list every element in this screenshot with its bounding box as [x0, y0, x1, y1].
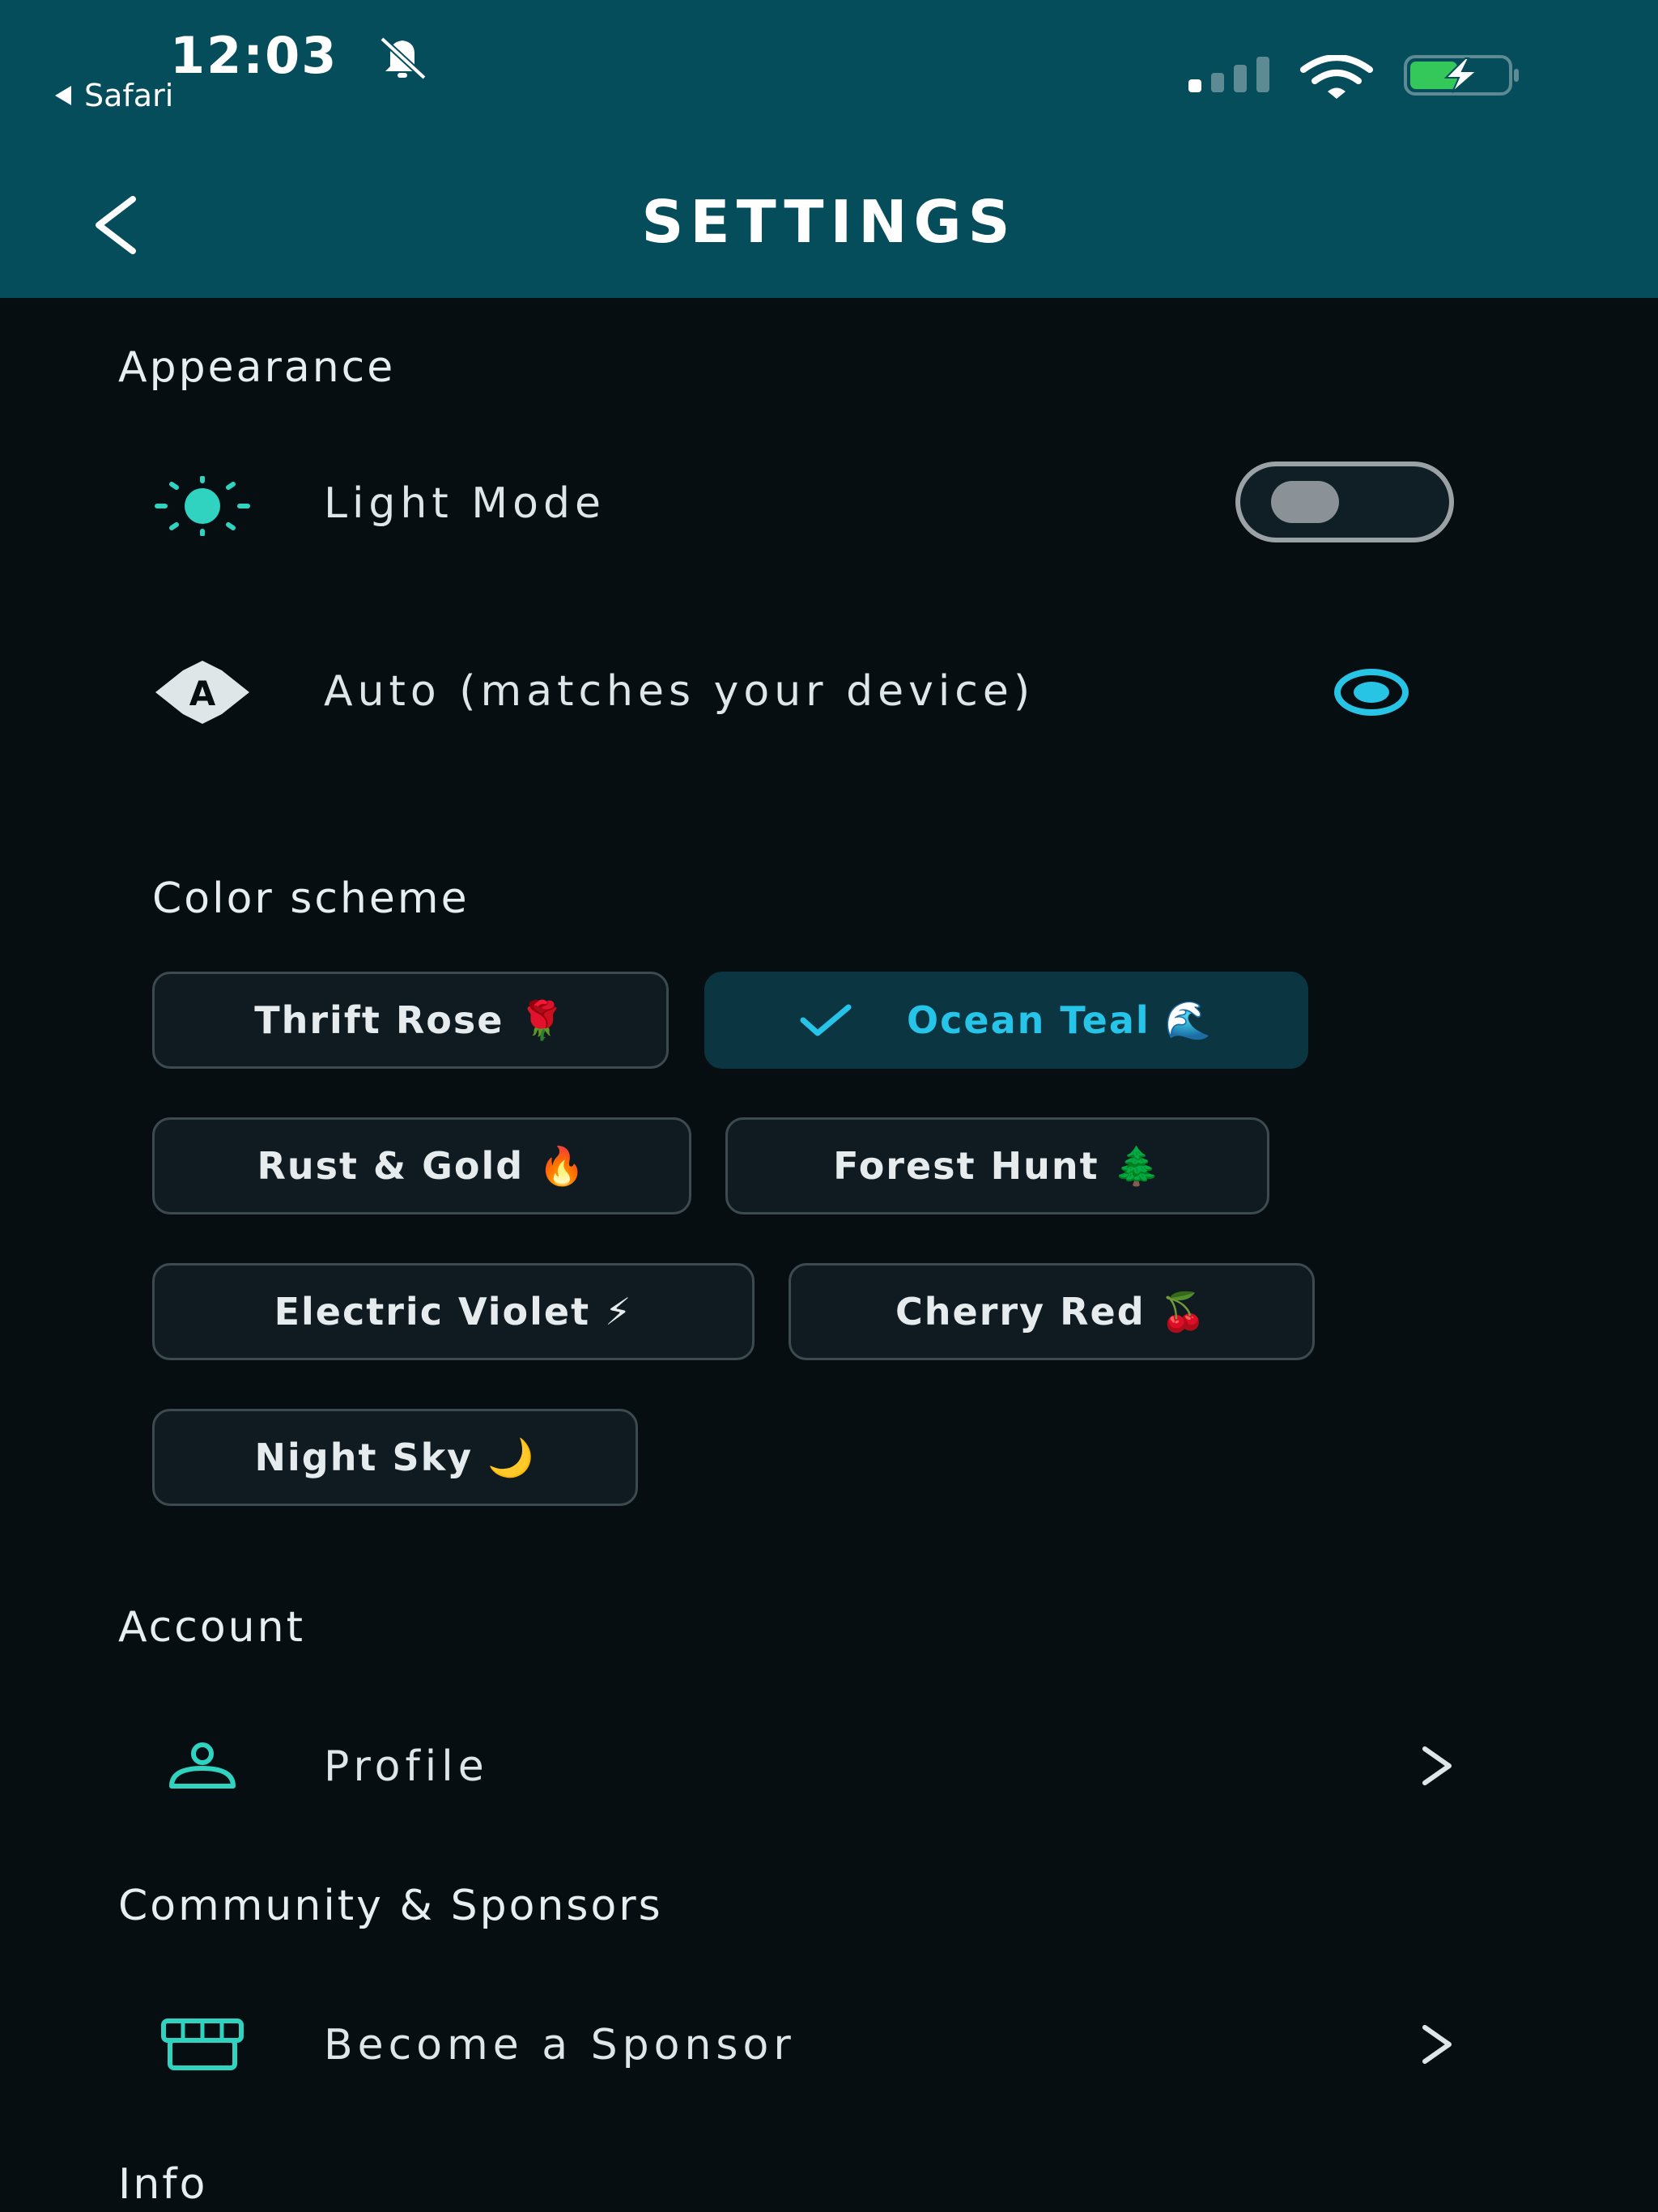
cellular-signal-icon: [1188, 57, 1269, 92]
svg-text:A: A: [189, 674, 216, 713]
auto-mode-radio[interactable]: [1334, 669, 1409, 716]
chip-label: Forest Hunt 🌲: [833, 1143, 1162, 1188]
settings-screen: 12:03 Safari SETTINGS Appearance Light M…: [0, 0, 1658, 2212]
status-time: 12:03: [170, 26, 338, 85]
section-heading-account: Account: [118, 1603, 305, 1652]
sun-icon: [155, 476, 250, 536]
scheme-chip-night-sky[interactable]: Night Sky 🌙: [152, 1409, 638, 1506]
toggle-knob: [1271, 481, 1339, 523]
section-heading-info: Info: [118, 2160, 208, 2209]
checkmark-icon: [800, 1004, 852, 1036]
color-scheme-label: Color scheme: [152, 874, 470, 923]
scheme-chip-thrift-rose[interactable]: Thrift Rose 🌹: [152, 972, 669, 1069]
auto-brightness-icon: A: [155, 661, 249, 724]
header-bar: 12:03 Safari SETTINGS: [0, 0, 1658, 298]
become-sponsor-label: Become a Sponsor: [324, 2021, 796, 2069]
back-to-safari[interactable]: Safari: [55, 78, 173, 113]
chip-label: Thrift Rose 🌹: [254, 998, 567, 1042]
wifi-icon: [1300, 55, 1373, 99]
scheme-chip-ocean-teal[interactable]: Ocean Teal 🌊: [704, 972, 1308, 1069]
chip-label: Ocean Teal 🌊: [907, 998, 1213, 1042]
radio-dot: [1354, 682, 1389, 703]
bell-slash-icon: [380, 36, 427, 79]
chevron-right-icon: [1422, 2025, 1452, 2064]
chip-label: Electric Violet ⚡: [274, 1290, 633, 1334]
section-heading-appearance: Appearance: [118, 343, 396, 392]
chip-label: Night Sky 🌙: [254, 1435, 536, 1479]
scheme-chip-rust-gold[interactable]: Rust & Gold 🔥: [152, 1117, 691, 1214]
page-title: SETTINGS: [641, 188, 1017, 256]
battery-charging-icon: [1404, 55, 1519, 96]
auto-mode-label: Auto (matches your device): [324, 667, 1035, 716]
back-app-label: Safari: [84, 78, 174, 113]
chip-label: Cherry Red 🍒: [895, 1289, 1208, 1334]
person-icon: [169, 1742, 236, 1789]
chip-label: Rust & Gold 🔥: [257, 1143, 587, 1188]
chevron-right-icon: [1422, 1746, 1452, 1785]
scheme-chip-electric-violet[interactable]: Electric Violet ⚡: [152, 1263, 755, 1360]
back-triangle-icon: [55, 86, 71, 105]
light-mode-toggle[interactable]: [1235, 462, 1454, 542]
section-heading-community: Community & Sponsors: [118, 1882, 663, 1930]
storefront-icon: [161, 2018, 244, 2070]
scheme-chip-forest-hunt[interactable]: Forest Hunt 🌲: [725, 1117, 1269, 1214]
light-mode-label: Light Mode: [324, 479, 606, 528]
profile-label: Profile: [324, 1742, 489, 1791]
scheme-chip-cherry-red[interactable]: Cherry Red 🍒: [789, 1263, 1315, 1360]
